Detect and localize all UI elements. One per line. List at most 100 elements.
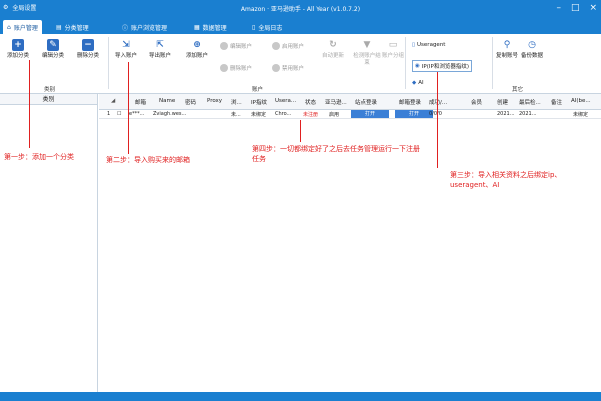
edit-account-button[interactable]: 编辑账户: [220, 42, 252, 50]
column-header[interactable]: 最后检...: [519, 98, 541, 106]
ribbon-separator: [108, 37, 109, 89]
column-header[interactable]: 备注: [551, 98, 562, 106]
column-header[interactable]: Name: [159, 98, 175, 104]
add-category-button[interactable]: + 添加分类: [3, 39, 33, 60]
tab-global-log[interactable]: ▯ 全局日志: [248, 20, 286, 34]
annotation-arrow: [437, 72, 438, 168]
home-icon: ⌂: [7, 23, 11, 31]
clock-icon: ◷: [528, 40, 536, 50]
window-title: Amazon · 亚马逊助手 - All Year (v1.0.7.2): [240, 6, 361, 13]
cell-useragent: Chro...: [275, 111, 292, 117]
cell-name: Zviagh.wes...: [153, 111, 187, 117]
cell-ai: 未绑定: [573, 112, 589, 118]
ai-icon: ◆: [412, 80, 417, 86]
enable-account-button[interactable]: 启用账户: [272, 42, 304, 50]
table-row[interactable]: 1 ☐ e***... Zviagh.wes... 未... 未绑定 Chro.…: [99, 110, 601, 119]
table-header: ◢ 邮箱 Name 密码 Proxy 浏... IP指纹 Usera... 状态…: [99, 94, 601, 110]
minus-icon: −: [82, 39, 94, 51]
tab-category-management[interactable]: ▤ 分类管理: [52, 20, 93, 34]
cell-ip: 未绑定: [251, 112, 267, 118]
folder-icon: ▭: [388, 40, 398, 50]
minimize-icon[interactable]: –: [556, 2, 561, 14]
other-group-label: 其它: [512, 87, 524, 93]
column-header[interactable]: 邮箱: [135, 98, 146, 106]
tab-account-management[interactable]: ⌂ 账户管理: [3, 20, 42, 34]
column-header[interactable]: 状态: [305, 98, 316, 106]
sort-icon[interactable]: ◢: [111, 98, 115, 104]
annotation-step2: 第二步：导入购买来的邮箱: [106, 156, 190, 164]
column-header[interactable]: AI(be...: [571, 98, 591, 104]
grid-icon: ▦: [194, 23, 200, 31]
tab-data-management[interactable]: ▦ 数据管理: [190, 20, 231, 34]
column-header[interactable]: 会员: [471, 98, 482, 106]
email-login-button[interactable]: 打开: [395, 110, 433, 118]
column-header[interactable]: 亚马逊...: [325, 98, 347, 106]
column-header[interactable]: Usera...: [275, 98, 296, 104]
check-icon: [272, 42, 280, 50]
export-account-button[interactable]: ⇱ 导出账户: [143, 39, 177, 60]
ip-fingerprint-button[interactable]: ◉ IP(IP和浏览器指纹): [412, 60, 472, 72]
annotation-step4: 第四步：一切都绑定好了之后去任务管理运行一下注册任务: [252, 145, 420, 163]
list-icon: ▤: [56, 23, 62, 31]
column-header[interactable]: 创建: [497, 98, 508, 106]
import-icon: ⇲: [122, 40, 130, 50]
ai-button[interactable]: ◆ AI: [412, 80, 424, 86]
annotation-arrow: [300, 120, 301, 142]
check-account-button[interactable]: ▼ 检测账户结束: [352, 39, 382, 67]
column-header[interactable]: Proxy: [207, 98, 222, 104]
row-index: 1: [107, 111, 111, 117]
annotation-arrow: [29, 60, 30, 148]
column-header[interactable]: 邮箱登录: [399, 98, 421, 106]
cell-success: 0/0/0: [429, 111, 442, 117]
row-checkbox[interactable]: ☐: [117, 111, 121, 117]
maximize-icon[interactable]: □: [571, 2, 580, 14]
useragent-icon: ▯: [412, 42, 416, 48]
refresh-icon: ↻: [329, 40, 337, 50]
import-account-button[interactable]: ⇲ 导入账户: [112, 39, 140, 60]
backup-data-button[interactable]: ◷ 备份数据: [521, 39, 543, 60]
tab-account-browse[interactable]: ⓘ 账户浏览管理: [118, 20, 171, 34]
category-panel: 类别: [0, 94, 98, 392]
column-header[interactable]: 密码: [185, 98, 196, 106]
export-icon: ⇱: [156, 40, 164, 50]
status-bar: [0, 392, 601, 401]
cell-created: 2021...: [497, 111, 515, 117]
ribbon-separator: [492, 37, 493, 89]
category-panel-header: 类别: [0, 94, 97, 105]
cell-last-check: 2021...: [519, 111, 537, 117]
ribbon-separator: [405, 37, 406, 89]
annotation-step3: 第三步：导入相关资料之后绑定ip、useragent、AI: [450, 171, 562, 189]
edit-category-button[interactable]: ✎ 编辑分类: [38, 39, 68, 60]
cell-amazon: 启用: [329, 112, 340, 118]
cell-status: 未注册: [303, 112, 319, 118]
column-header[interactable]: 站点登录: [355, 98, 377, 106]
globe-icon: ◉: [415, 63, 420, 69]
account-group-button[interactable]: ▭ 账户分组: [382, 39, 404, 60]
column-header[interactable]: IP指纹: [251, 98, 267, 106]
document-icon: ▯: [252, 23, 256, 31]
annotation-arrow: [128, 62, 129, 154]
category-group-label: 类别: [44, 87, 56, 93]
delete-account-button[interactable]: 删除账户: [220, 64, 252, 72]
copy-account-button[interactable]: ⚲ 复制账号: [496, 39, 518, 60]
account-table: ◢ 邮箱 Name 密码 Proxy 浏... IP指纹 Usera... 状态…: [99, 94, 601, 392]
column-header[interactable]: 浏...: [231, 98, 242, 106]
pencil-icon: ✎: [47, 39, 59, 51]
column-header[interactable]: 成功/...: [429, 98, 447, 106]
auto-update-button[interactable]: ↻ 自动更新: [318, 39, 348, 60]
useragent-button[interactable]: ▯ Useragent: [412, 42, 445, 48]
search-icon: ⚲: [503, 40, 511, 50]
info-icon: ⓘ: [122, 24, 129, 32]
ribbon: + 添加分类 ✎ 编辑分类 − 删除分类 类别 ⇲ 导入账户 ⇱ 导出账户 ⊕ 添加账户 编…: [0, 34, 601, 94]
site-login-button[interactable]: 打开: [351, 110, 389, 118]
cell-email: e***...: [129, 111, 145, 117]
disable-account-button[interactable]: 禁用账户: [272, 64, 304, 72]
add-user-icon: ⊕: [193, 40, 201, 50]
close-icon[interactable]: ×: [589, 2, 597, 14]
cell-browser: 未...: [231, 112, 241, 118]
delete-category-button[interactable]: − 删除分类: [73, 39, 103, 60]
edit-icon: [220, 42, 228, 50]
account-group-label: 账户: [252, 87, 264, 93]
ban-icon: [272, 64, 280, 72]
add-account-button[interactable]: ⊕ 添加账户: [180, 39, 214, 60]
